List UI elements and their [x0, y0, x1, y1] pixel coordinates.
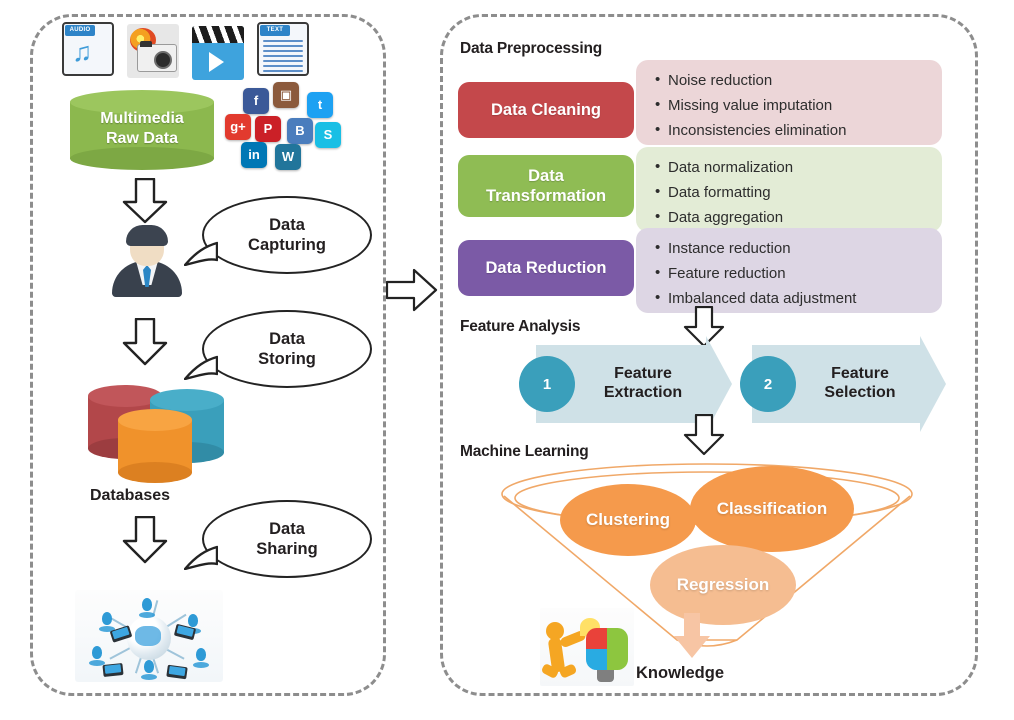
data-sharing-network-icon: [75, 590, 223, 682]
knowledge-output-arrow: [672, 612, 712, 660]
data-transformation-label-line2: Transformation: [485, 187, 607, 205]
bullet-item: Noise reduction: [655, 67, 942, 93]
pinterest-icon: P: [255, 116, 281, 142]
panel-transfer-arrow: [385, 268, 438, 312]
network-node-icon: [139, 598, 155, 618]
data-cleaning-label: Data Cleaning: [490, 101, 602, 119]
data-reduction-box[interactable]: Data Reduction: [458, 240, 634, 296]
text-file-icon: TEXT: [257, 22, 309, 76]
network-node-icon: [193, 648, 209, 668]
feature-step-1-circle[interactable]: 1: [519, 356, 575, 412]
bullet-item: Missing value imputation: [655, 92, 942, 118]
blog-icon: B: [287, 118, 313, 144]
social-media-icons-collage: f ▣ t g+ P B S in W: [225, 82, 341, 170]
feature-extraction-line2: Extraction: [603, 384, 683, 401]
network-node-icon: [89, 646, 105, 666]
linkedin-icon: in: [241, 142, 267, 168]
video-file-icon: [192, 26, 244, 80]
data-capturing-bubble: Data Capturing: [184, 196, 372, 274]
bubble-line1: Data: [269, 330, 305, 348]
flow-arrow-to-capturing: [122, 178, 168, 224]
preprocessing-title: Data Preprocessing: [460, 40, 602, 57]
clustering-blob[interactable]: Clustering: [560, 484, 696, 556]
twitter-icon: t: [307, 92, 333, 118]
network-node-icon: [99, 612, 115, 632]
bubble-line1: Data: [269, 520, 305, 538]
data-transformation-box[interactable]: Data Transformation: [458, 155, 634, 217]
database-orange-icon: [118, 409, 192, 483]
laptop-icon: [102, 662, 124, 678]
feature-selection-line2: Selection: [824, 384, 896, 401]
databases-label: Databases: [89, 487, 171, 504]
media-types-row: AUDIO ♫ TEXT: [62, 22, 312, 82]
bullet-item: Inconsistencies elimination: [655, 117, 942, 143]
bullet-item: Data normalization: [655, 154, 942, 180]
data-analyst-person-icon: [110, 225, 184, 297]
regression-label: Regression: [676, 575, 770, 594]
data-reduction-items-panel: Instance reduction Feature reduction Imb…: [636, 228, 942, 313]
network-node-icon: [141, 660, 157, 680]
bubble-line2: Sharing: [256, 540, 318, 558]
cylinder-label-line1: Multimedia: [100, 110, 184, 127]
google-plus-icon: g+: [225, 114, 251, 140]
classification-blob[interactable]: Classification: [690, 466, 854, 552]
data-cleaning-items-panel: Noise reduction Missing value imputation…: [636, 60, 942, 145]
flow-arrow-to-sharing: [122, 516, 168, 564]
bullet-item: Feature reduction: [655, 260, 942, 286]
databases-cylinders: [88, 385, 258, 483]
multimedia-raw-data-cylinder: Multimedia Raw Data: [70, 90, 214, 170]
bullet-item: Data aggregation: [655, 204, 942, 230]
text-file-label: TEXT: [260, 25, 290, 36]
cylinder-label-line2: Raw Data: [105, 130, 179, 147]
feature-selection-label: Feature Selection: [806, 364, 914, 402]
bubble-tail-icon: [184, 355, 218, 380]
data-cleaning-box[interactable]: Data Cleaning: [458, 82, 634, 138]
flow-arrow-to-storing: [122, 318, 168, 366]
step-number: 2: [763, 375, 773, 393]
flow-arrow-to-machine-learning: [683, 414, 725, 456]
wordpress-icon: W: [275, 144, 301, 170]
data-transformation-label-line1: Data: [528, 167, 564, 185]
knowledge-label: Knowledge: [636, 664, 725, 682]
bullet-item: Instance reduction: [655, 235, 942, 261]
audio-file-label: AUDIO: [65, 25, 95, 36]
image-file-icon: [127, 24, 179, 78]
step-number: 1: [542, 375, 552, 393]
knowledge-insight-icon: [540, 608, 634, 686]
classification-label: Classification: [716, 499, 828, 518]
feature-step-2-circle[interactable]: 2: [740, 356, 796, 412]
facebook-icon: f: [243, 88, 269, 114]
clustering-label: Clustering: [585, 510, 671, 529]
data-reduction-label: Data Reduction: [485, 259, 607, 277]
data-transformation-items-panel: Data normalization Data formatting Data …: [636, 147, 942, 232]
feature-extraction-label: Feature Extraction: [588, 364, 698, 402]
diagram-canvas: AUDIO ♫ TEXT Multimedia Raw Data f ▣ t g…: [0, 0, 1014, 720]
bullet-item: Data formatting: [655, 179, 942, 205]
bubble-line1: Data: [269, 216, 305, 234]
bubble-line2: Storing: [258, 350, 316, 368]
data-sharing-bubble: Data Sharing: [184, 500, 372, 578]
skype-icon: S: [315, 122, 341, 148]
laptop-icon: [166, 664, 188, 680]
data-storing-bubble: Data Storing: [184, 310, 372, 388]
instagram-icon: ▣: [273, 82, 299, 108]
machine-learning-title: Machine Learning: [460, 443, 589, 460]
feature-analysis-title: Feature Analysis: [460, 318, 581, 335]
bubble-tail-icon: [184, 545, 218, 570]
feature-selection-line1: Feature: [831, 365, 889, 382]
audio-file-icon: AUDIO ♫: [62, 22, 114, 76]
bubble-line2: Capturing: [248, 236, 326, 254]
feature-extraction-line1: Feature: [614, 365, 672, 382]
bubble-tail-icon: [184, 241, 218, 266]
